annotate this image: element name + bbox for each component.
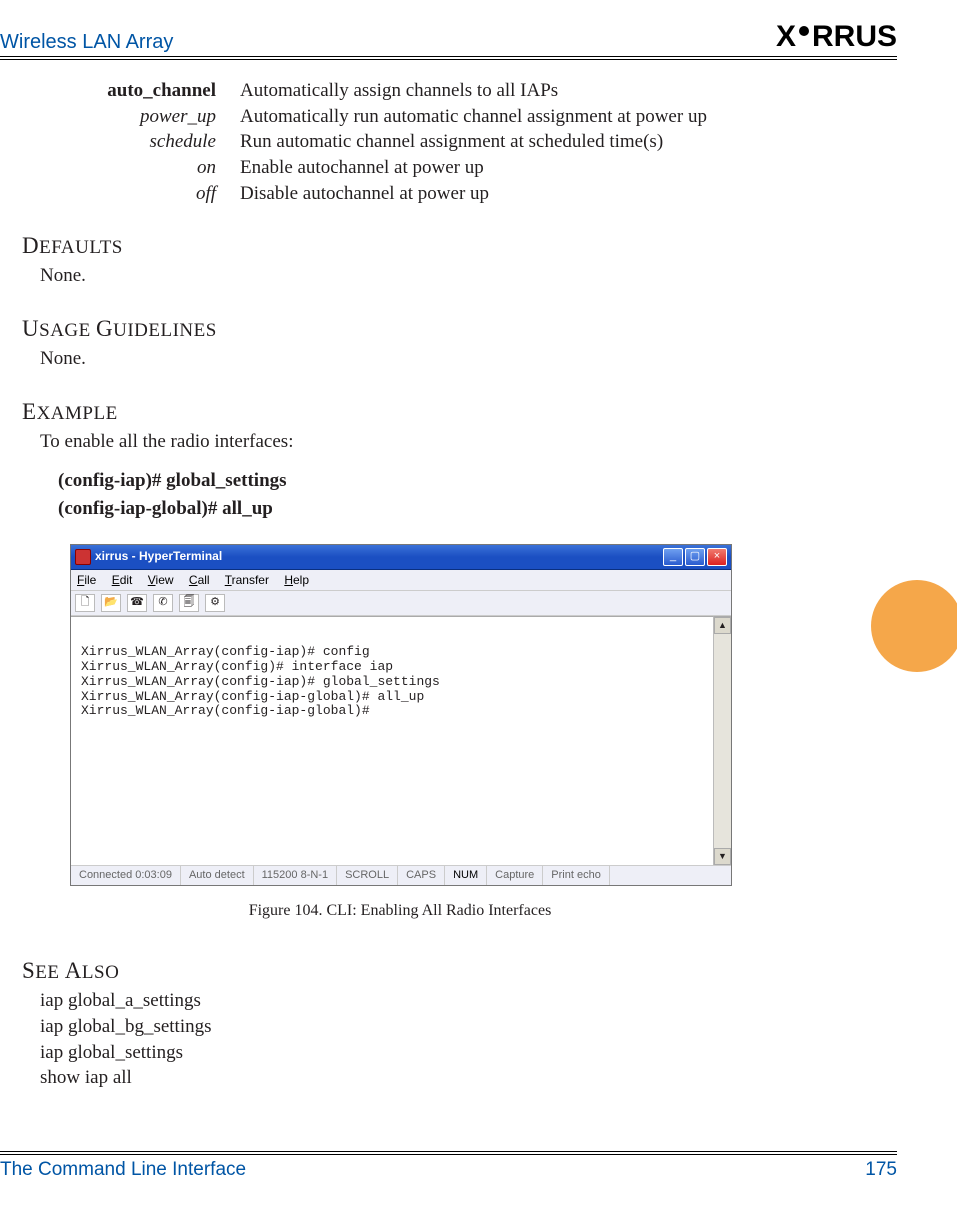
param-row: on Enable autochannel at power up: [0, 155, 897, 181]
defaults-heading: DEFAULTS: [22, 230, 897, 261]
section-marker-icon: [871, 580, 957, 672]
example-cmd-2: (config-iap-global)# all_up: [58, 496, 897, 522]
properties-icon[interactable]: ⚙: [205, 594, 225, 612]
vertical-scrollbar[interactable]: ▲ ▼: [713, 616, 731, 865]
scroll-down-icon[interactable]: ▼: [714, 848, 731, 865]
header-rule-2: [0, 59, 897, 60]
status-scroll: SCROLL: [337, 866, 398, 885]
defaults-body: None.: [40, 263, 897, 289]
example-cmd-1: (config-iap)# global_settings: [58, 468, 897, 494]
example-intro: To enable all the radio interfaces:: [40, 429, 897, 455]
menu-view[interactable]: View: [148, 573, 174, 587]
param-row: schedule Run automatic channel assignmen…: [0, 129, 897, 155]
terminal-output[interactable]: Xirrus_WLAN_Array(config-iap)# config Xi…: [71, 616, 713, 865]
param-label: power_up: [0, 104, 240, 130]
new-icon[interactable]: 🗋: [75, 594, 95, 612]
status-baud: 115200 8-N-1: [254, 866, 337, 885]
connect-icon[interactable]: ☎: [127, 594, 147, 612]
footer-section: The Command Line Interface: [0, 1159, 246, 1181]
status-num: NUM: [445, 866, 487, 885]
minimize-button[interactable]: _: [663, 548, 683, 566]
menu-call[interactable]: Call: [189, 573, 210, 587]
param-desc: Automatically assign channels to all IAP…: [240, 78, 558, 104]
status-caps: CAPS: [398, 866, 445, 885]
header-rule: [0, 56, 897, 57]
seealso-item: iap global_bg_settings: [40, 1014, 897, 1040]
figure-screenshot: xirrus - HyperTerminal _ ▢ × File Edit V…: [70, 544, 897, 886]
menu-transfer[interactable]: Transfer: [225, 573, 269, 587]
param-row: power_up Automatically run automatic cha…: [0, 104, 897, 130]
disconnect-icon[interactable]: ✆: [153, 594, 173, 612]
status-bar: Connected 0:03:09 Auto detect 115200 8-N…: [71, 865, 731, 885]
scroll-up-icon[interactable]: ▲: [714, 617, 731, 634]
footer-rule: [0, 1151, 897, 1152]
open-icon[interactable]: 📂: [101, 594, 121, 612]
param-row: off Disable autochannel at power up: [0, 181, 897, 207]
figure-caption: Figure 104. CLI: Enabling All Radio Inte…: [70, 900, 730, 922]
page-header-title: Wireless LAN Array: [0, 31, 173, 54]
param-label: schedule: [0, 129, 240, 155]
param-desc: Automatically run automatic channel assi…: [240, 104, 707, 130]
parameter-table: auto_channel Automatically assign channe…: [0, 78, 897, 206]
app-icon: [75, 549, 91, 565]
send-icon[interactable]: 🗐: [179, 594, 199, 612]
param-label: on: [0, 155, 240, 181]
usage-heading: USAGE GUIDELINES: [22, 313, 897, 344]
page-number: 175: [865, 1159, 897, 1181]
param-row: auto_channel Automatically assign channe…: [0, 78, 897, 104]
hyperterminal-window: xirrus - HyperTerminal _ ▢ × File Edit V…: [70, 544, 732, 886]
seealso-heading: SEE ALSO: [22, 955, 897, 986]
brand-logo: XRRUS: [776, 20, 897, 54]
param-label: off: [0, 181, 240, 207]
seealso-item: iap global_settings: [40, 1040, 897, 1066]
example-commands: (config-iap)# global_settings (config-ia…: [58, 468, 897, 521]
status-print: Print echo: [543, 866, 610, 885]
menu-edit[interactable]: Edit: [112, 573, 133, 587]
maximize-button[interactable]: ▢: [685, 548, 705, 566]
status-connected: Connected 0:03:09: [71, 866, 181, 885]
close-button[interactable]: ×: [707, 548, 727, 566]
param-desc: Enable autochannel at power up: [240, 155, 484, 181]
seealso-list: iap global_a_settings iap global_bg_sett…: [40, 988, 897, 1091]
seealso-item: show iap all: [40, 1065, 897, 1091]
window-titlebar[interactable]: xirrus - HyperTerminal _ ▢ ×: [71, 545, 731, 570]
window-title: xirrus - HyperTerminal: [95, 548, 222, 564]
param-label: auto_channel: [0, 78, 240, 104]
status-capture: Capture: [487, 866, 543, 885]
menu-help[interactable]: Help: [284, 573, 309, 587]
param-desc: Disable autochannel at power up: [240, 181, 489, 207]
usage-body: None.: [40, 346, 897, 372]
menu-bar[interactable]: File Edit View Call Transfer Help: [71, 570, 731, 591]
param-desc: Run automatic channel assignment at sche…: [240, 129, 663, 155]
logo-dot-icon: [799, 26, 809, 36]
seealso-item: iap global_a_settings: [40, 988, 897, 1014]
menu-file[interactable]: File: [77, 573, 96, 587]
status-detect: Auto detect: [181, 866, 254, 885]
footer-rule-2: [0, 1154, 897, 1155]
tool-bar: 🗋 📂 ☎ ✆ 🗐 ⚙: [71, 591, 731, 616]
example-heading: EXAMPLE: [22, 396, 897, 427]
